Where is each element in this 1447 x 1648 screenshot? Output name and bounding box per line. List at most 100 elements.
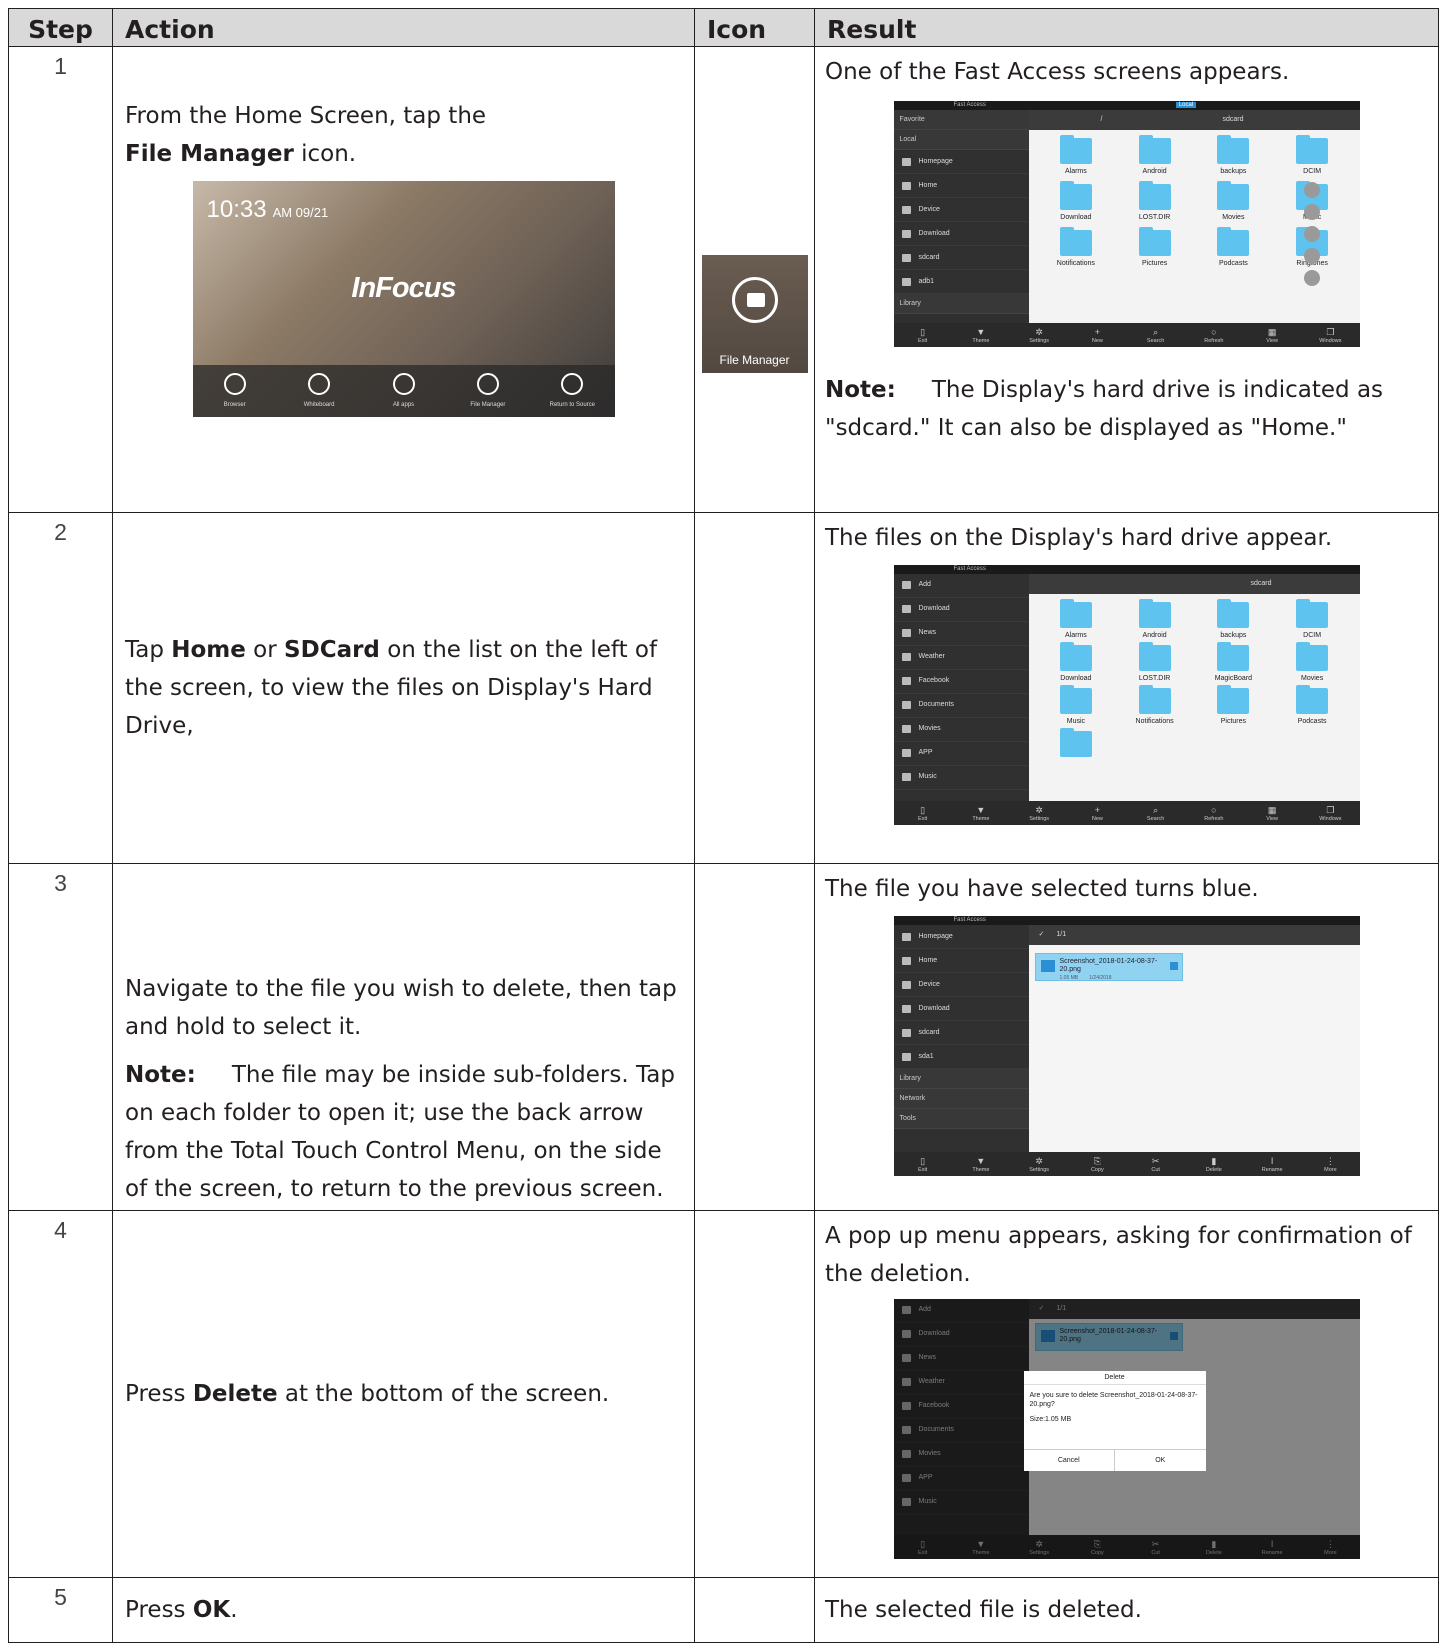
steps-table: Step Action Icon Result 1 From the Home … bbox=[8, 8, 1439, 1644]
sidebar-item: Download bbox=[893, 598, 1029, 622]
result-text: A pop up menu appears, asking for confir… bbox=[825, 1222, 1412, 1287]
sidebar-item: sdcard bbox=[893, 246, 1029, 270]
infocus-logo: InFocus bbox=[351, 272, 456, 304]
folder-icon bbox=[476, 373, 499, 395]
folder-icon bbox=[1138, 135, 1171, 164]
sidebar-item: Facebook bbox=[893, 670, 1029, 694]
cancel-button[interactable]: Cancel bbox=[1024, 1450, 1115, 1471]
note-label: Note: bbox=[825, 377, 896, 403]
header-row: Step Action Icon Result bbox=[8, 8, 1439, 47]
folder-item: Podcasts bbox=[1194, 227, 1273, 268]
folder-icon bbox=[1059, 227, 1092, 256]
action-text-post: icon. bbox=[293, 141, 357, 167]
folder-item: Alarms bbox=[1037, 135, 1116, 176]
step-number: 4 bbox=[8, 1209, 113, 1578]
movies-icon bbox=[901, 725, 911, 734]
home-icon bbox=[901, 157, 911, 166]
step-number: 2 bbox=[8, 511, 113, 865]
download-icon bbox=[901, 1004, 911, 1013]
news-icon bbox=[901, 629, 911, 638]
dialog-title: Delete bbox=[1023, 1371, 1206, 1385]
device-icon bbox=[901, 980, 911, 989]
step-number: 5 bbox=[8, 1576, 113, 1644]
folder-icon bbox=[1138, 684, 1171, 714]
folder-icon bbox=[1296, 135, 1329, 164]
folder-item: Notifications bbox=[1037, 227, 1116, 268]
sidebar-item: Music bbox=[893, 766, 1029, 790]
music-icon bbox=[901, 773, 911, 782]
dock-file-manager: File Manager bbox=[446, 365, 530, 417]
action-bold: File Manager bbox=[125, 141, 294, 167]
sidebar-header: Library bbox=[893, 294, 1029, 314]
folder-icon bbox=[901, 956, 911, 965]
folder-icon bbox=[1296, 684, 1329, 714]
download-icon bbox=[901, 605, 911, 614]
folder-icon bbox=[1296, 641, 1329, 671]
device-icon bbox=[901, 205, 911, 214]
delete-dialog: Delete Are you sure to delete Screenshot… bbox=[1023, 1370, 1206, 1471]
result-text: The selected file is deleted. bbox=[825, 1596, 1142, 1623]
documents-icon bbox=[901, 701, 911, 710]
selection-bar: ✓ 1/1 bbox=[1028, 925, 1360, 946]
action-cell: Press Delete at the bottom of the screen… bbox=[112, 1209, 695, 1578]
action-text: Tap Home or SDCard on the list on the le… bbox=[125, 637, 658, 740]
checkbox-icon bbox=[1169, 962, 1178, 971]
header-step: Step bbox=[8, 8, 113, 47]
action-cell: Tap Home or SDCard on the list on the le… bbox=[112, 511, 695, 865]
step-number: 3 bbox=[8, 863, 113, 1211]
result-text: The files on the Display's hard drive ap… bbox=[825, 524, 1333, 551]
fm-bottom-bar: ▯ Exit ▼ Theme ✲ Settings + New ⌕ Search ○ Ref… bbox=[893, 800, 1360, 825]
download-icon bbox=[901, 229, 911, 238]
result-note: Note: The Display's hard drive is indicat… bbox=[825, 371, 1428, 447]
result-text: One of the Fast Access screens appears. bbox=[825, 59, 1290, 85]
step-number: 1 bbox=[8, 46, 113, 513]
folder-icon bbox=[1217, 598, 1250, 628]
usb-icon bbox=[901, 277, 911, 286]
dock-browser: Browser bbox=[193, 365, 277, 417]
dock-return-to-source: Return to Source bbox=[530, 365, 614, 417]
home-time: 10:33 bbox=[206, 196, 267, 223]
table-row: 1 From the Home Screen, tap the File Man… bbox=[8, 46, 1439, 513]
ok-button[interactable]: OK bbox=[1114, 1449, 1206, 1471]
folder-item: Android bbox=[1115, 135, 1194, 176]
table-row: 5 Press OK. The selected file is deleted… bbox=[8, 1576, 1439, 1644]
action-cell: From the Home Screen, tap the File Manag… bbox=[112, 46, 695, 513]
folder-item: Movies bbox=[1194, 181, 1273, 222]
sidebar-header: Local bbox=[893, 130, 1029, 150]
sidebar-item: APP bbox=[893, 742, 1029, 766]
sidebar-item: News bbox=[893, 622, 1029, 646]
fm-sidebar: Add Download News Weather Facebook Docum… bbox=[893, 573, 1029, 801]
action-cell: Navigate to the file you wish to delete,… bbox=[112, 863, 695, 1211]
fm-bottom-bar: ▯ Exit ▼ Theme ✲ Settings ⎘ Copy ✂ Cut ▮ Delet… bbox=[893, 1152, 1360, 1177]
folder-icon bbox=[1217, 135, 1250, 164]
fm-main: ✓ 1/1 Screenshot_2018-01-24-08-37-20.png … bbox=[1028, 925, 1360, 1153]
icon-cell bbox=[694, 511, 815, 865]
note-text: The Display's hard drive is indicated as… bbox=[825, 377, 1384, 441]
file-manager-app-icon: File Manager bbox=[701, 255, 808, 373]
dock-all-apps: All apps bbox=[361, 365, 445, 417]
icon-cell bbox=[694, 1576, 815, 1644]
fm-main: sdcard Alarms Android backups DCIM Downl… bbox=[1028, 573, 1360, 801]
action-text: Navigate to the file you wish to delete,… bbox=[125, 975, 677, 1040]
folder-icon bbox=[1138, 598, 1171, 628]
dialog-message: Are you sure to delete Screenshot_2018-0… bbox=[1029, 1391, 1198, 1423]
folder-item: backups bbox=[1194, 135, 1273, 176]
icon-cell bbox=[694, 863, 815, 1211]
whiteboard-icon bbox=[308, 373, 331, 395]
fast-access-screenshot: Fast Access Local Favorite Local Homepage… bbox=[893, 101, 1360, 347]
fm-topbar: Fast Access bbox=[893, 564, 1360, 574]
facebook-icon bbox=[901, 677, 911, 686]
app-icon bbox=[901, 749, 911, 758]
action-text-pre: From the Home Screen, tap the bbox=[125, 103, 487, 129]
file-selected-screenshot: Fast Access Homepage Home Device Downloa… bbox=[893, 916, 1360, 1177]
delete-dialog-screenshot: Add Download News Weather Facebook Docum… bbox=[893, 1298, 1360, 1559]
home-dock: Browser Whiteboard All apps File Manager… bbox=[192, 365, 615, 417]
fm-sidebar: Favorite Local Homepage Home Device Down… bbox=[893, 110, 1029, 323]
folder-item: Pictures bbox=[1115, 227, 1194, 268]
fm-topbar: Fast Access bbox=[893, 916, 1360, 926]
folder-item: DCIM bbox=[1273, 135, 1352, 176]
selected-file: Screenshot_2018-01-24-08-37-20.png 1.05 … bbox=[1034, 953, 1183, 982]
fm-topbar: Fast Access Local bbox=[893, 101, 1360, 110]
result-cell: One of the Fast Access screens appears. … bbox=[814, 46, 1439, 513]
folder-icon bbox=[1059, 598, 1092, 628]
